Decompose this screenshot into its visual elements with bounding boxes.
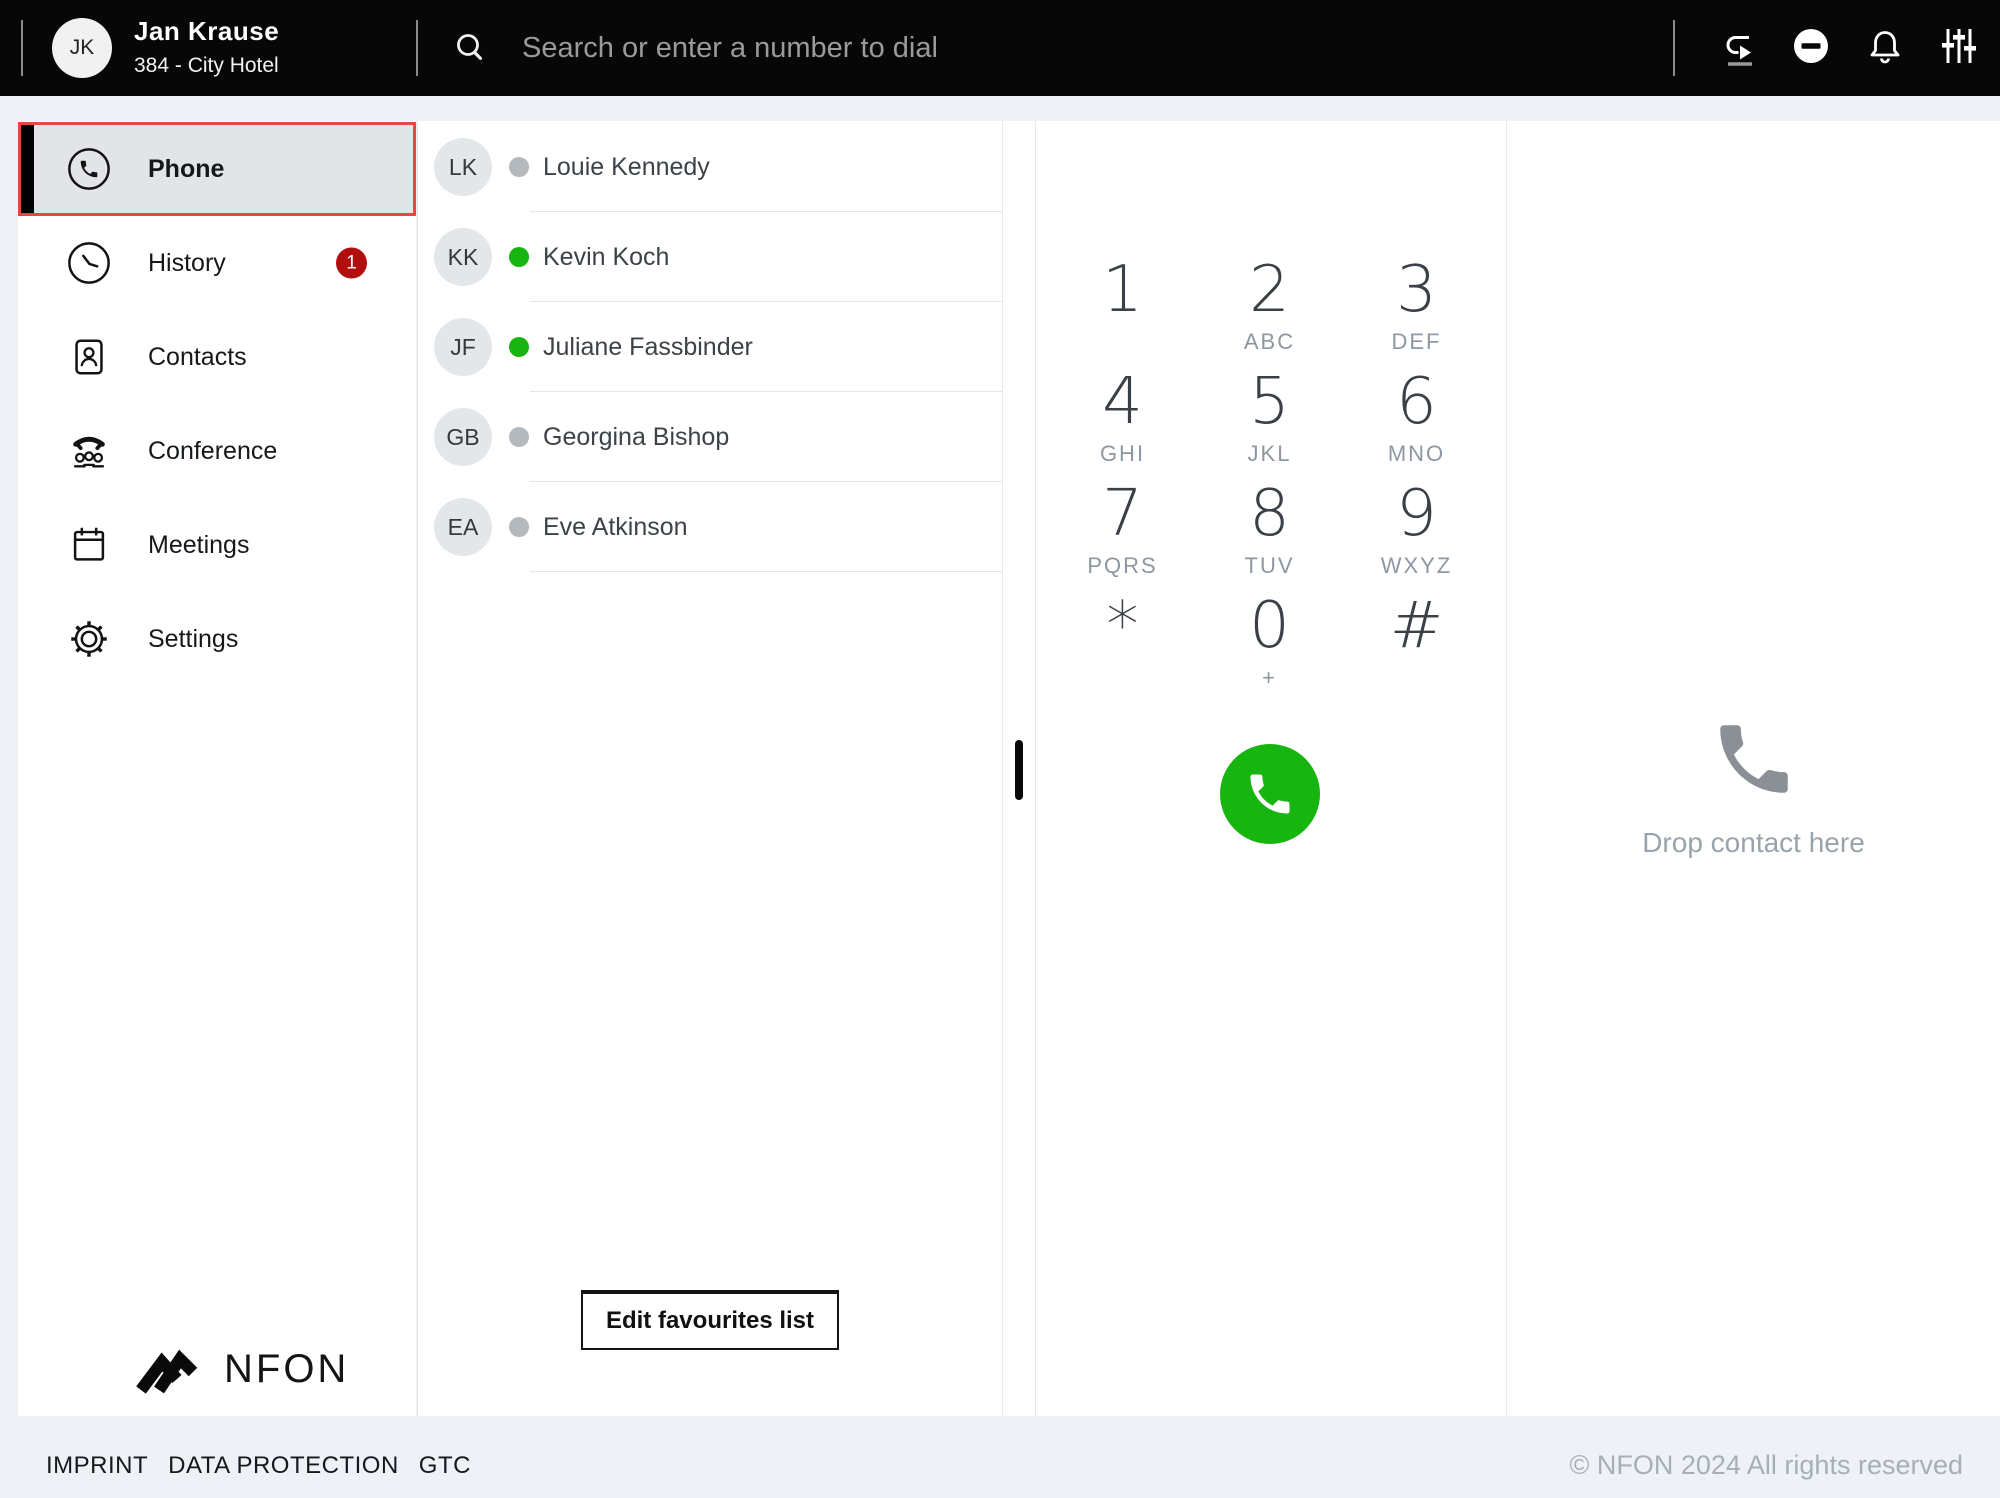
favourite-contact-row[interactable]: KK Kevin Koch — [418, 212, 1002, 302]
edit-favourites-button[interactable]: Edit favourites list — [581, 1290, 839, 1350]
favourite-contact-row[interactable]: LK Louie Kennedy — [418, 122, 1002, 212]
sidebar-item-label: Meetings — [148, 531, 249, 560]
sidebar-item-label: History — [148, 249, 226, 278]
sidebar: Phone History 1 Contacts — [18, 121, 416, 1416]
presence-dot — [509, 157, 529, 177]
dialpad-key-1[interactable]: 1 — [1049, 244, 1196, 356]
footer-links: IMPRINT DATA PROTECTION GTC — [46, 1452, 471, 1480]
call-button[interactable] — [1220, 744, 1320, 844]
header-actions — [1715, 24, 1981, 68]
dialpad-panel: 1 2 ABC 3 DEF 4 GHI 5 JKL 6 MNO 7 PQRS 8 — [1036, 121, 1506, 1416]
drop-contact-panel: Drop contact here — [1506, 121, 2000, 1416]
sidebar-item-settings[interactable]: Settings — [18, 592, 416, 686]
settings-icon — [66, 616, 112, 662]
footer-link-imprint[interactable]: IMPRINT — [46, 1452, 148, 1480]
footer-link-data-protection[interactable]: DATA PROTECTION — [168, 1452, 399, 1480]
meetings-icon — [66, 522, 112, 568]
dialpad-key-8[interactable]: 8 TUV — [1196, 468, 1343, 580]
history-badge: 1 — [336, 248, 367, 279]
contact-avatar: GB — [434, 408, 492, 466]
dialpad-key-5[interactable]: 5 JKL — [1196, 356, 1343, 468]
favourite-contact-row[interactable]: EA Eve Atkinson — [418, 482, 1002, 572]
contact-avatar: JF — [434, 318, 492, 376]
presence-dot — [509, 337, 529, 357]
dialpad-key-7[interactable]: 7 PQRS — [1049, 468, 1196, 580]
sidebar-item-label: Settings — [148, 625, 238, 654]
call-forwarding-icon[interactable] — [1715, 24, 1759, 68]
contact-avatar: KK — [434, 228, 492, 286]
favourites-list: LK Louie Kennedy KK Kevin Koch JF Julian… — [418, 122, 1002, 572]
do-not-disturb-icon[interactable] — [1789, 24, 1833, 68]
contact-name: Louie Kennedy — [543, 153, 710, 182]
phone-icon — [66, 146, 112, 192]
nfon-logo-mark — [124, 1344, 212, 1394]
drop-phone-icon — [1709, 714, 1799, 804]
dialpad-key-9[interactable]: 9 WXYZ — [1343, 468, 1490, 580]
presence-dot — [509, 247, 529, 267]
sidebar-item-label: Phone — [148, 155, 224, 184]
header-divider — [1673, 20, 1675, 76]
contact-name: Juliane Fassbinder — [543, 333, 753, 362]
favourite-contact-row[interactable]: GB Georgina Bishop — [418, 392, 1002, 482]
call-handset-icon — [1244, 768, 1296, 820]
user-avatar[interactable]: JK — [52, 18, 112, 78]
sidebar-item-history[interactable]: History 1 — [18, 216, 416, 310]
contact-name: Eve Atkinson — [543, 513, 688, 542]
copyright-text: © NFON 2024 All rights reserved — [1569, 1450, 1963, 1481]
sidebar-item-contacts[interactable]: Contacts — [18, 310, 416, 404]
user-name: Jan Krause — [134, 16, 279, 47]
user-extension: 384 - City Hotel — [134, 54, 279, 78]
dialpad-key-3[interactable]: 3 DEF — [1343, 244, 1490, 356]
dialpad-key-4[interactable]: 4 GHI — [1049, 356, 1196, 468]
app-header: JK Jan Krause 384 - City Hotel — [0, 0, 2000, 96]
nfon-logo-text: NFON — [224, 1347, 349, 1392]
dialpad-key-0[interactable]: 0 + — [1196, 580, 1343, 692]
contact-avatar: EA — [434, 498, 492, 556]
search-icon[interactable] — [452, 29, 490, 72]
dialpad-key-hash[interactable]: # — [1343, 580, 1490, 692]
footer-link-gtc[interactable]: GTC — [419, 1452, 471, 1480]
user-avatar-initials: JK — [70, 36, 95, 60]
dialpad-key-2[interactable]: 2 ABC — [1196, 244, 1343, 356]
sidebar-item-phone[interactable]: Phone — [18, 122, 416, 216]
page-footer: IMPRINT DATA PROTECTION GTC © NFON 2024 … — [0, 1416, 2000, 1498]
sidebar-item-label: Contacts — [148, 343, 247, 372]
drop-zone-label: Drop contact here — [1507, 827, 2000, 859]
contact-name: Georgina Bishop — [543, 423, 729, 452]
sidebar-item-meetings[interactable]: Meetings — [18, 498, 416, 592]
favourites-panel: LK Louie Kennedy KK Kevin Koch JF Julian… — [417, 121, 1002, 1416]
presence-dot — [509, 517, 529, 537]
sidebar-item-conference[interactable]: Conference — [18, 404, 416, 498]
history-icon — [66, 240, 112, 286]
presence-dot — [509, 427, 529, 447]
notifications-icon[interactable] — [1863, 24, 1907, 68]
contacts-icon — [66, 334, 112, 380]
search-input[interactable] — [522, 20, 1602, 76]
header-divider — [21, 20, 23, 76]
dialpad-key-6[interactable]: 6 MNO — [1343, 356, 1490, 468]
audio-settings-icon[interactable] — [1937, 24, 1981, 68]
dialpad-key-star[interactable]: * — [1049, 580, 1196, 692]
sidebar-nav: Phone History 1 Contacts — [18, 122, 416, 686]
contact-name: Kevin Koch — [543, 243, 669, 272]
nfon-logo: NFON — [124, 1344, 349, 1394]
contact-avatar: LK — [434, 138, 492, 196]
header-divider — [416, 20, 418, 76]
drop-contact-zone[interactable]: Drop contact here — [1507, 714, 2000, 859]
favourite-contact-row[interactable]: JF Juliane Fassbinder — [418, 302, 1002, 392]
panel-gutter — [1002, 121, 1036, 1416]
panel-resize-handle[interactable] — [1015, 740, 1023, 800]
conference-icon — [66, 428, 112, 474]
dialpad: 1 2 ABC 3 DEF 4 GHI 5 JKL 6 MNO 7 PQRS 8 — [1049, 244, 1490, 692]
sidebar-item-label: Conference — [148, 437, 277, 466]
